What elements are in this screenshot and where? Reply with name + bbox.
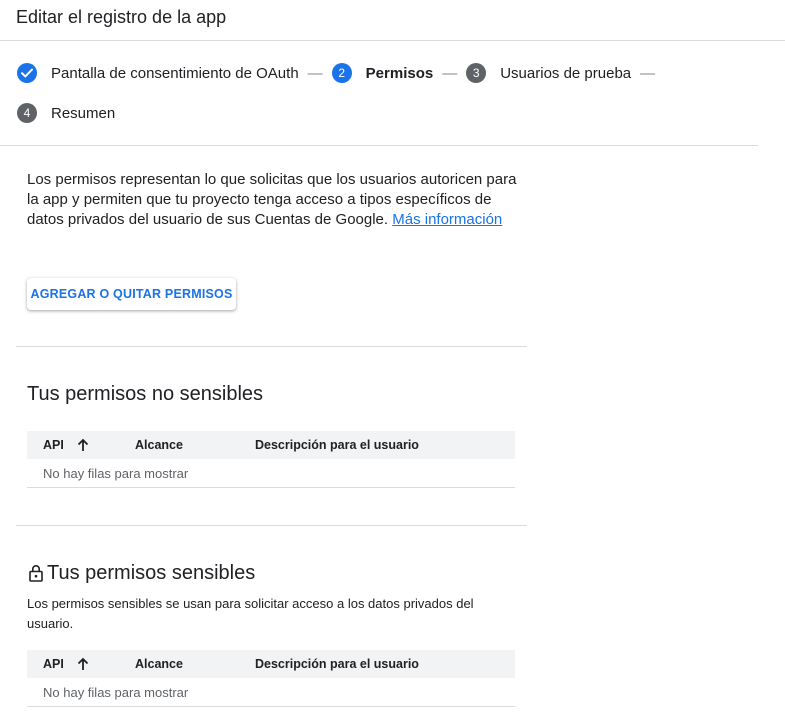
- step-4-label[interactable]: Resumen: [51, 105, 115, 122]
- column-header-api-label: API: [43, 438, 64, 452]
- non-sensitive-scopes-title: Tus permisos no sensibles: [27, 382, 263, 406]
- table-empty-row: No hay filas para mostrar: [27, 678, 515, 707]
- column-header-api[interactable]: API: [43, 438, 89, 452]
- step-separator: —: [640, 64, 656, 82]
- sensitive-scopes-description: Los permisos sensibles se usan para soli…: [27, 596, 474, 631]
- table-header: API Alcance Descripción para el usuario: [27, 431, 515, 459]
- column-header-description[interactable]: Descripción para el usuario: [255, 657, 419, 671]
- column-header-scope[interactable]: Alcance: [135, 438, 183, 452]
- step-separator: —: [442, 64, 458, 82]
- sensitive-scopes-title: Tus permisos sensibles: [28, 561, 255, 585]
- step-separator: —: [307, 64, 323, 82]
- arrow-up-icon[interactable]: [77, 657, 89, 671]
- scopes-intro: Los permisos representan lo que solicita…: [27, 170, 517, 230]
- stepper-divider: [0, 145, 758, 146]
- app-registration-page: Editar el registro de la app Pantalla de…: [0, 0, 785, 719]
- step-4-number: 4: [17, 103, 37, 123]
- page-title: Editar el registro de la app: [16, 7, 227, 27]
- stepper: Pantalla de consentimiento de OAuth — 2 …: [17, 62, 757, 124]
- step-2-label[interactable]: Permisos: [366, 65, 434, 82]
- step-1-check-icon: [17, 63, 37, 83]
- sensitive-scopes-table: API Alcance Descripción para el usuario …: [27, 650, 515, 707]
- section-divider: [16, 525, 527, 526]
- column-header-api[interactable]: API: [43, 657, 89, 671]
- step-3-label[interactable]: Usuarios de prueba: [500, 65, 631, 82]
- arrow-up-icon[interactable]: [77, 438, 89, 452]
- lock-icon: [29, 565, 43, 582]
- step-1-label[interactable]: Pantalla de consentimiento de OAuth: [51, 65, 299, 82]
- column-header-scope[interactable]: Alcance: [135, 657, 183, 671]
- column-header-api-label: API: [43, 657, 64, 671]
- non-sensitive-scopes-table: API Alcance Descripción para el usuario …: [27, 431, 515, 488]
- check-icon: [21, 68, 33, 78]
- step-2-number: 2: [331, 63, 352, 83]
- learn-more-link[interactable]: Más información: [392, 211, 502, 228]
- section-divider: [16, 346, 527, 347]
- add-remove-scopes-button[interactable]: AGREGAR O QUITAR PERMISOS: [27, 278, 236, 310]
- non-sensitive-scopes-title-text: Tus permisos no sensibles: [27, 383, 264, 405]
- table-header: API Alcance Descripción para el usuario: [27, 650, 515, 678]
- table-empty-row: No hay filas para mostrar: [27, 459, 515, 488]
- column-header-description[interactable]: Descripción para el usuario: [255, 438, 419, 452]
- step-3-number: 3: [466, 63, 487, 83]
- sensitive-scopes-title-text: Tus permisos sensibles: [47, 562, 256, 584]
- header-divider: [0, 40, 785, 41]
